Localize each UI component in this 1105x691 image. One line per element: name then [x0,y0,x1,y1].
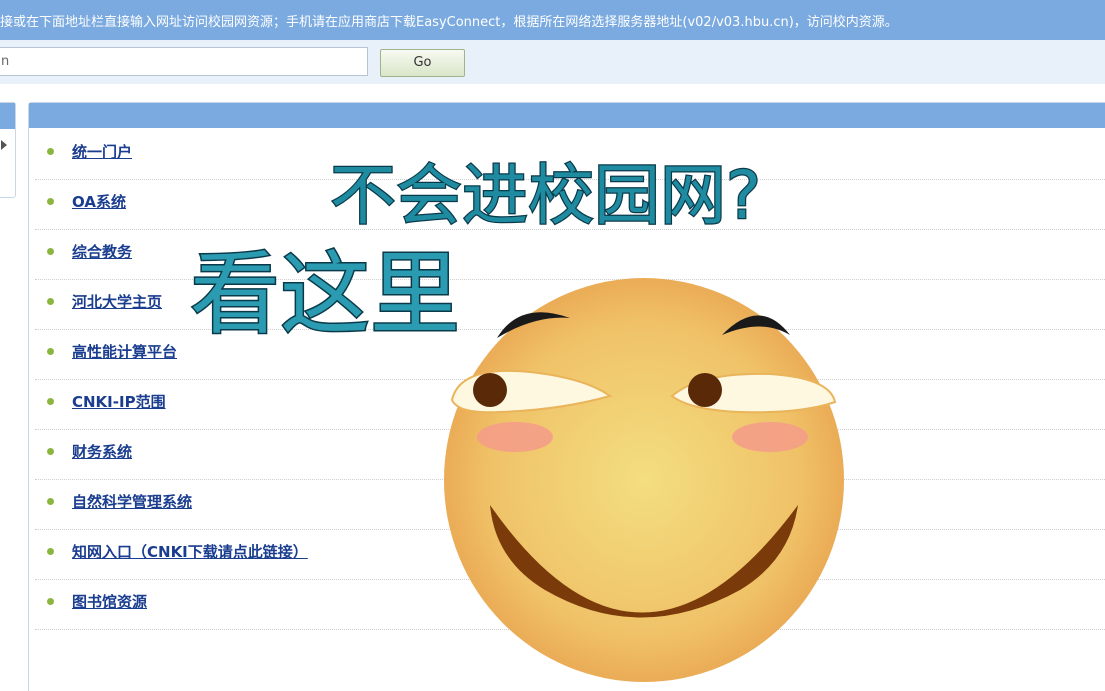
green-dot-icon [47,548,54,555]
green-dot-icon [47,598,54,605]
left-panel-header [0,103,15,129]
green-dot-icon [47,248,54,255]
link-academic-affairs[interactable]: 综合教务 [72,241,132,262]
notice-text: 接或在下面地址栏直接输入网址访问校园网资源；手机请在应用商店下载EasyConn… [0,15,898,30]
link-list: 统一门户 OA系统 综合教务 河北大学主页 高性能计算平台 CNKI-IP范围 … [35,130,1105,630]
link-university-home[interactable]: 河北大学主页 [72,291,162,312]
green-dot-icon [47,348,54,355]
green-dot-icon [47,198,54,205]
list-item: OA系统 [35,180,1105,230]
green-dot-icon [47,298,54,305]
link-unified-portal[interactable]: 统一门户 [72,141,132,162]
list-item: 图书馆资源 [35,580,1105,630]
main-panel: 统一门户 OA系统 综合教务 河北大学主页 高性能计算平台 CNKI-IP范围 … [28,102,1105,691]
list-item: 知网入口（CNKI下载请点此链接） [35,530,1105,580]
green-dot-icon [47,398,54,405]
list-item: 财务系统 [35,430,1105,480]
link-oa-system[interactable]: OA系统 [72,191,126,212]
list-item: 高性能计算平台 [35,330,1105,380]
green-dot-icon [47,148,54,155]
link-finance-system[interactable]: 财务系统 [72,441,132,462]
list-item: 河北大学主页 [35,280,1105,330]
main-panel-header [29,103,1105,128]
triangle-right-icon[interactable] [1,140,7,150]
list-item: CNKI-IP范围 [35,380,1105,430]
left-panel [0,102,16,198]
link-science-management[interactable]: 自然科学管理系统 [72,491,192,512]
green-dot-icon [47,498,54,505]
list-item: 自然科学管理系统 [35,480,1105,530]
link-cnki-entry[interactable]: 知网入口（CNKI下载请点此链接） [72,541,308,562]
list-item: 统一门户 [35,130,1105,180]
link-library-resources[interactable]: 图书馆资源 [72,591,147,612]
list-item: 综合教务 [35,230,1105,280]
go-button[interactable]: Go [380,49,465,77]
link-cnki-ip-range[interactable]: CNKI-IP范围 [72,391,166,412]
page: 接或在下面地址栏直接输入网址访问校园网资源；手机请在应用商店下载EasyConn… [0,0,1105,691]
notice-bar: 接或在下面地址栏直接输入网址访问校园网资源；手机请在应用商店下载EasyConn… [0,0,1105,40]
url-input[interactable] [0,47,368,76]
green-dot-icon [47,448,54,455]
link-hpc-platform[interactable]: 高性能计算平台 [72,341,177,362]
